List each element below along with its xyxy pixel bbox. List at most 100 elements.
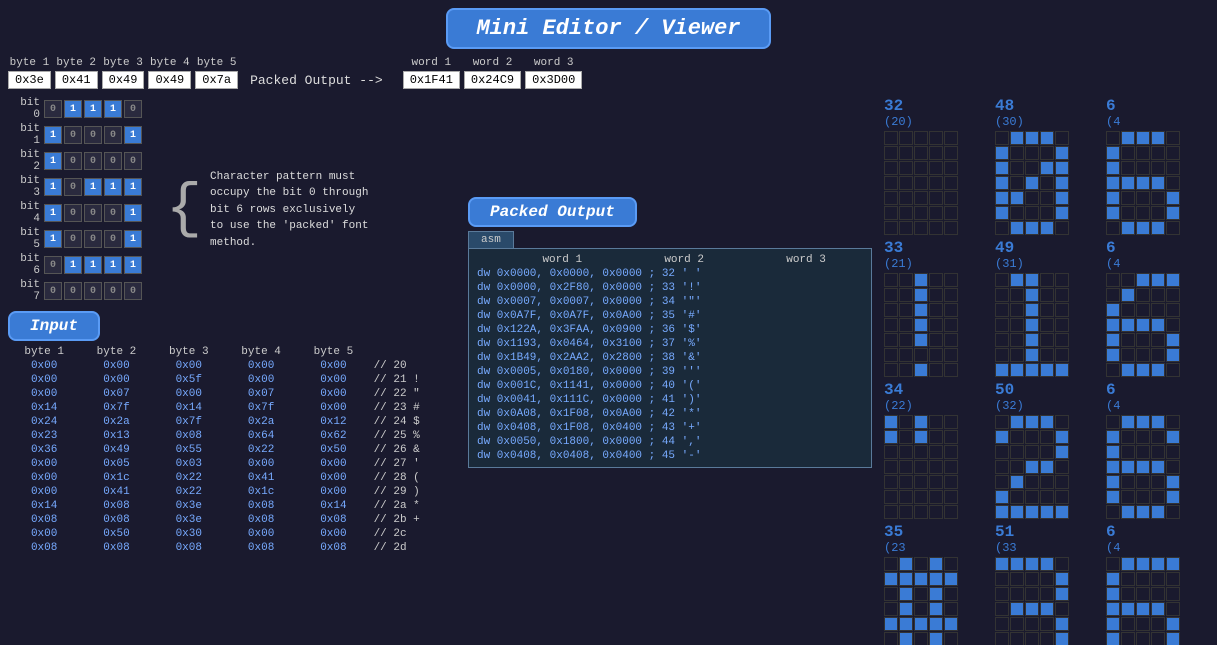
- char-pixel: [1040, 318, 1054, 332]
- char-pixel: [1010, 572, 1024, 586]
- bit-cells: 10001: [44, 126, 142, 144]
- char-pixel: [1121, 475, 1135, 489]
- char-pixel: [884, 303, 898, 317]
- char-pixel: [899, 587, 913, 601]
- char-pixel: [995, 333, 1009, 347]
- char-pixel: [1136, 587, 1150, 601]
- char-pixel: [1055, 415, 1069, 429]
- char-pixel: [884, 161, 898, 175]
- char-pixel: [1040, 348, 1054, 362]
- input-cell: 0x00: [297, 471, 369, 485]
- char-pixel: [944, 146, 958, 160]
- input-cell: 0x08: [8, 513, 80, 527]
- char-pixel: [914, 348, 928, 362]
- byte-col-2: byte 2 0x41: [55, 57, 98, 89]
- char-pixel: [1121, 632, 1135, 645]
- char-pixel: [884, 587, 898, 601]
- char-pixel: [884, 505, 898, 519]
- output-row-text: dw 0x001C, 0x1141, 0x0000 ; 40 '(': [473, 379, 867, 393]
- char-pixel: [1121, 363, 1135, 377]
- char-pixel: [1025, 333, 1039, 347]
- char-pixel: [1010, 490, 1024, 504]
- char-pixel: [929, 206, 943, 220]
- char-pixel: [1121, 206, 1135, 220]
- char-pixel: [1025, 445, 1039, 459]
- char-pixel: [929, 490, 943, 504]
- char-pixel: [995, 430, 1009, 444]
- asm-tab[interactable]: asm: [468, 231, 514, 248]
- char-pixel: [884, 557, 898, 571]
- char-pixel: [1151, 273, 1165, 287]
- char-pixel: [1106, 430, 1120, 444]
- input-cell: 0x49: [80, 443, 152, 457]
- char-pixel: [899, 348, 913, 362]
- input-col-header: byte 2: [80, 345, 152, 359]
- input-cell: 0x08: [297, 541, 369, 555]
- byte-label: byte 2: [56, 57, 96, 69]
- bit-cell: 0: [64, 230, 82, 248]
- input-cell: 0x08: [297, 513, 369, 527]
- char-pixel: [1106, 318, 1120, 332]
- table-row: dw 0x0005, 0x0180, 0x0000 ; 39 ''': [473, 365, 867, 379]
- char-pixel: [1166, 348, 1180, 362]
- input-cell: 0x14: [297, 499, 369, 513]
- char-pixel: [914, 602, 928, 616]
- bit-cell: 1: [84, 256, 102, 274]
- char-pixel: [1151, 348, 1165, 362]
- input-cell: 0x00: [225, 527, 297, 541]
- table-row: dw 0x0050, 0x1800, 0x0000 ; 44 ',': [473, 435, 867, 449]
- bit-cell: 1: [44, 126, 62, 144]
- char-pixel: [1010, 363, 1024, 377]
- input-cell: 0x00: [297, 359, 369, 373]
- char-pixel: [1055, 445, 1069, 459]
- input-comment: // 2d: [370, 541, 452, 555]
- byte-group: byte 1 0x3ebyte 2 0x41byte 3 0x49byte 4 …: [8, 57, 238, 89]
- char-pixel: [1121, 460, 1135, 474]
- input-cell: 0x00: [153, 359, 225, 373]
- input-comment: // 29 ): [370, 485, 452, 499]
- packed-output-arrow: Packed Output -->: [250, 59, 383, 88]
- char-pixel: [884, 490, 898, 504]
- table-row: 0x000x070x000x070x00// 22 ": [8, 387, 452, 401]
- char-pixel: [1151, 475, 1165, 489]
- char-pixel: [1136, 430, 1150, 444]
- char-pixel: [1040, 191, 1054, 205]
- char-pixel: [1151, 363, 1165, 377]
- char-pixel: [1055, 191, 1069, 205]
- char-pixel: [1025, 587, 1039, 601]
- output-row-text: dw 0x0A7F, 0x0A7F, 0x0A00 ; 35 '#': [473, 309, 867, 323]
- input-cell: 0x07: [225, 387, 297, 401]
- input-cell: 0x13: [80, 429, 152, 443]
- char-pixel: [1136, 572, 1150, 586]
- char-pixel: [1106, 161, 1120, 175]
- bit-row-label: bit 2: [8, 149, 40, 173]
- char-pixel-grid: [884, 557, 958, 645]
- table-row: dw 0x0A08, 0x1F08, 0x0A00 ; 42 '*': [473, 407, 867, 421]
- char-pixel: [944, 557, 958, 571]
- char-pixel: [929, 176, 943, 190]
- char-pixel: [944, 602, 958, 616]
- char-pixel: [944, 161, 958, 175]
- char-preview-10: 51(33: [995, 523, 1102, 645]
- char-pixel: [1025, 602, 1039, 616]
- char-pixel: [944, 445, 958, 459]
- char-pixel: [1166, 587, 1180, 601]
- char-sub: (33: [995, 541, 1017, 555]
- input-cell: 0x08: [8, 541, 80, 555]
- char-pixel: [1025, 146, 1039, 160]
- char-pixel: [1055, 318, 1069, 332]
- bit-cell: 0: [64, 126, 82, 144]
- bit-cell: 1: [44, 152, 62, 170]
- char-pixel: [1151, 445, 1165, 459]
- bit-annotation: { Character pattern must occupy the bit …: [166, 97, 370, 303]
- input-table: byte 1byte 2byte 3byte 4byte 5 0x000x000…: [8, 345, 452, 555]
- char-pixel: [1106, 221, 1120, 235]
- input-col-header: byte 3: [153, 345, 225, 359]
- app-title: Mini Editor / Viewer: [446, 8, 770, 49]
- char-pixel: [914, 557, 928, 571]
- char-pixel: [1136, 288, 1150, 302]
- char-pixel: [899, 430, 913, 444]
- char-pixel: [1166, 602, 1180, 616]
- char-pixel: [1010, 445, 1024, 459]
- char-pixel: [1136, 191, 1150, 205]
